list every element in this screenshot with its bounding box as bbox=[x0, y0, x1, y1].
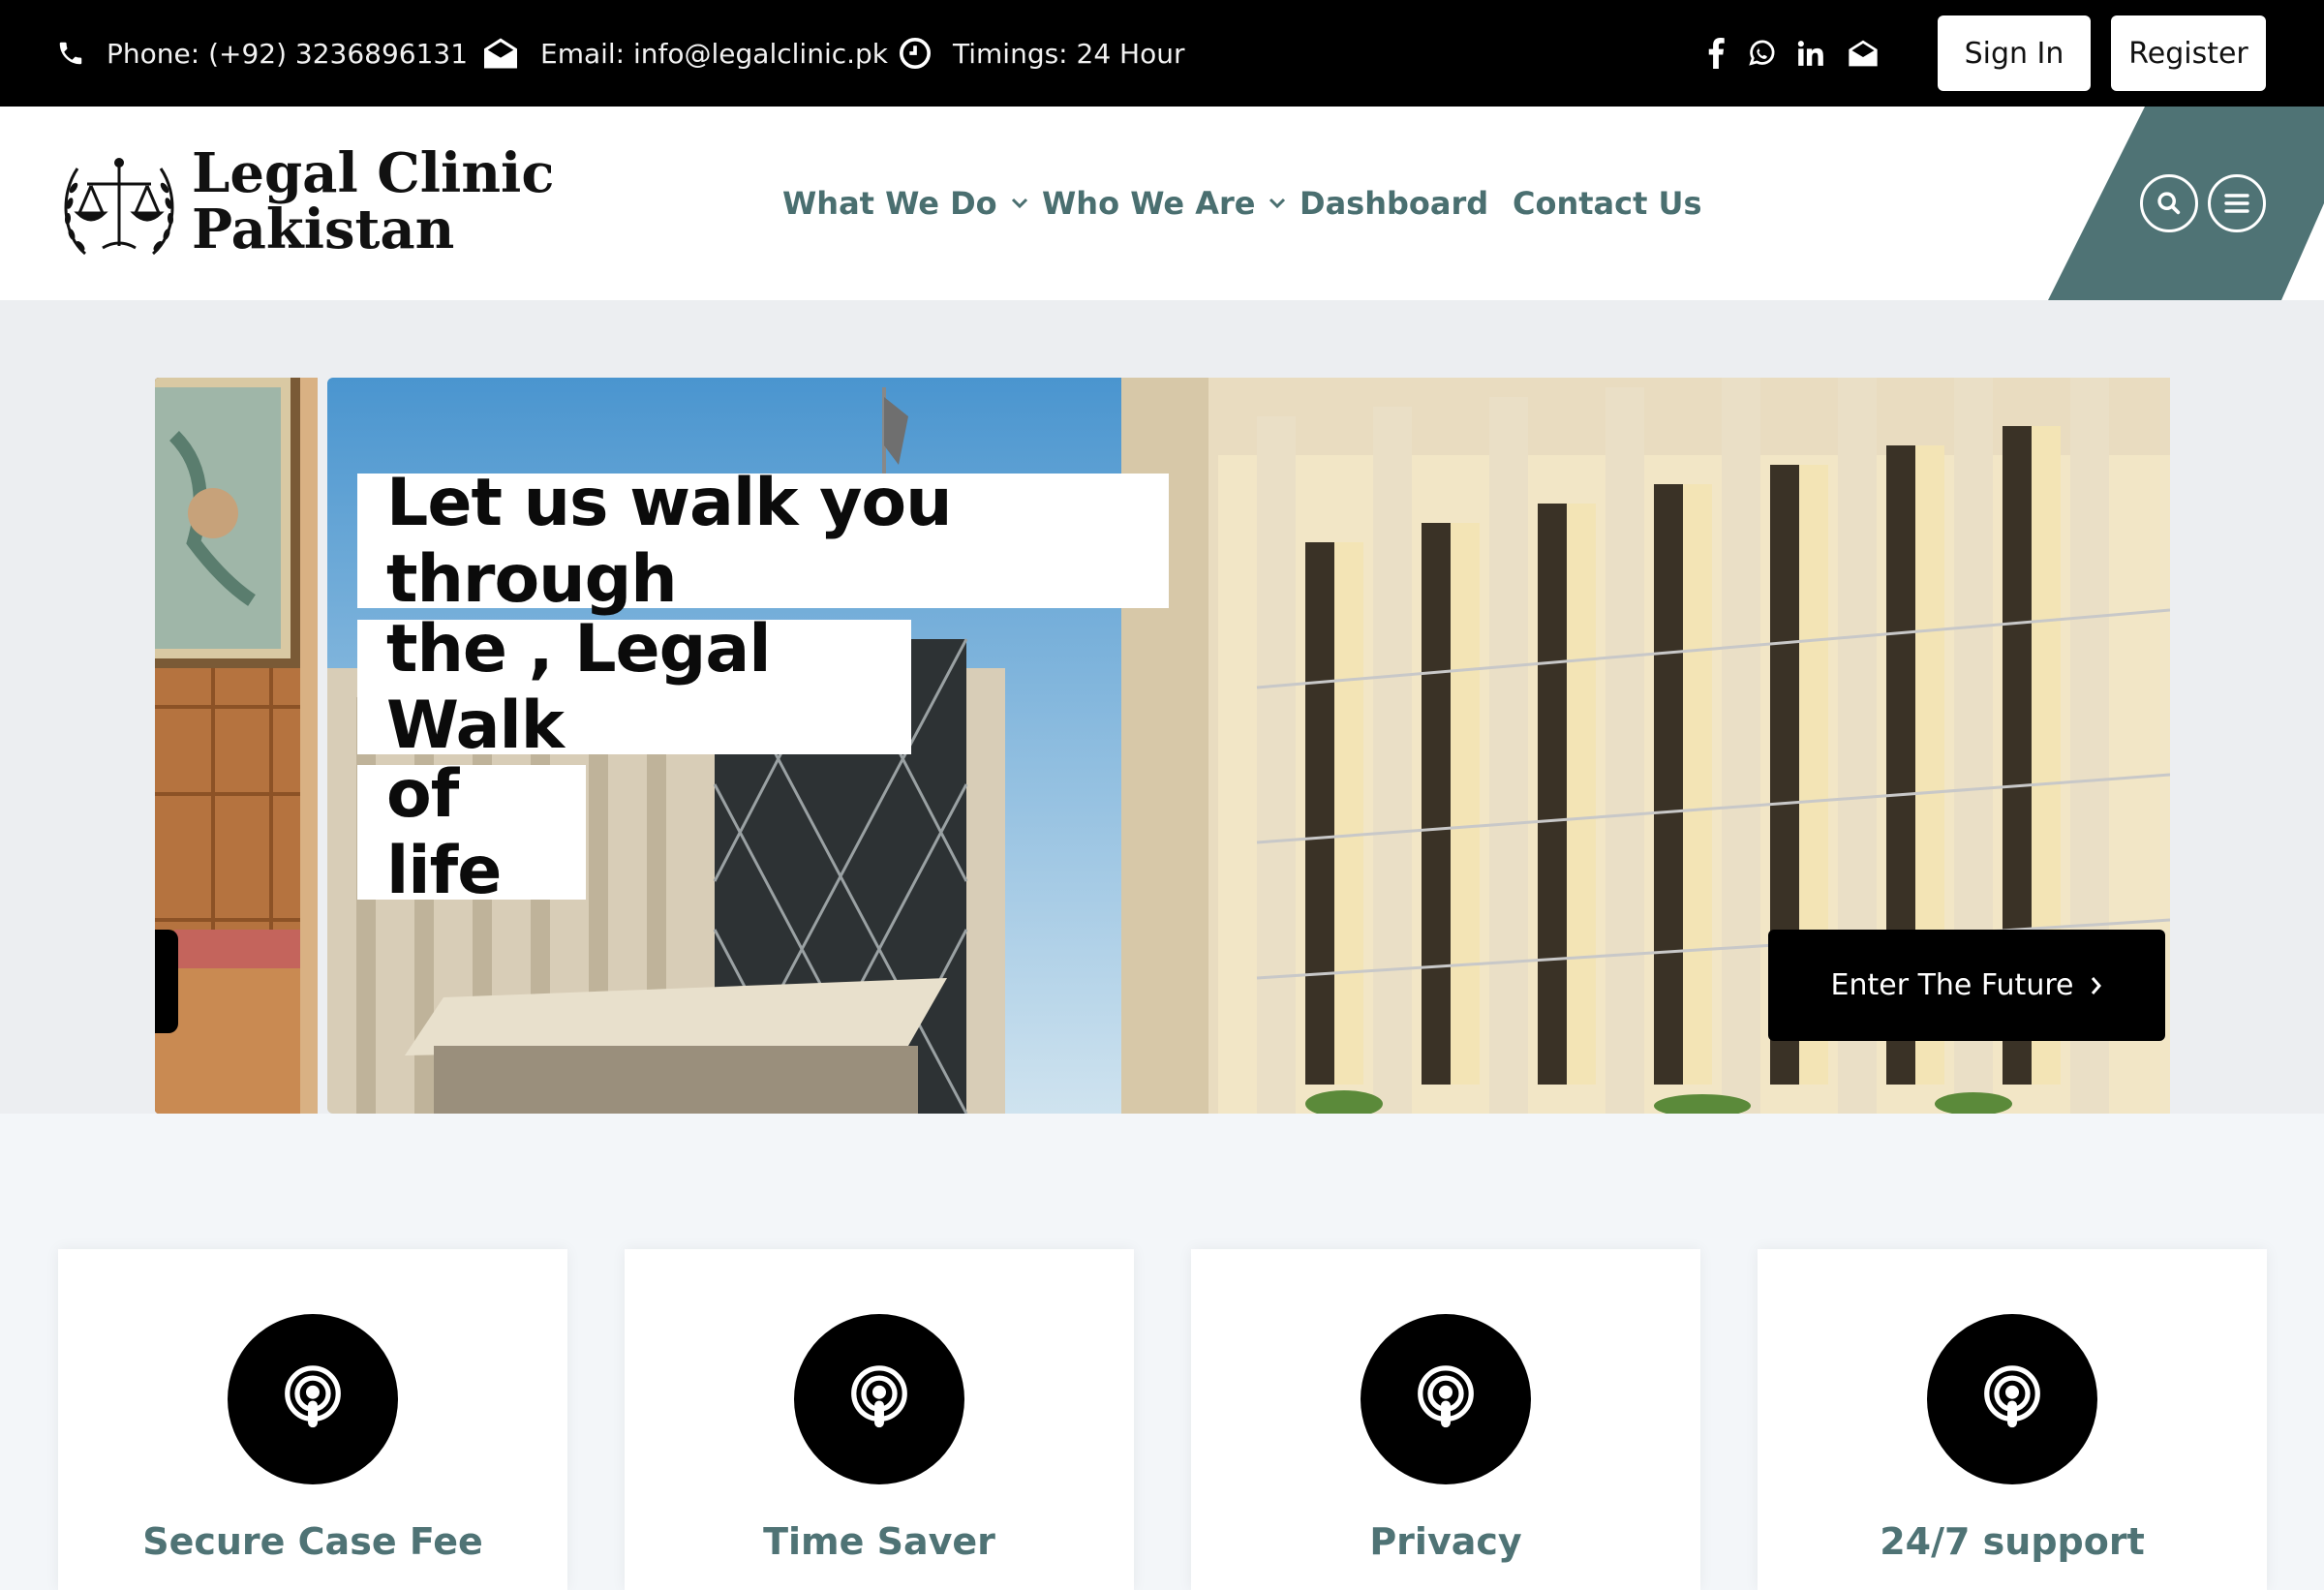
feature-title: 24/7 support bbox=[1880, 1520, 2145, 1563]
podcast-icon bbox=[794, 1314, 964, 1484]
menu-button[interactable] bbox=[2208, 174, 2266, 232]
clock-icon bbox=[899, 37, 932, 70]
brand-line-1: Legal Clinic bbox=[192, 141, 555, 205]
envelope-icon[interactable] bbox=[1848, 0, 1879, 107]
feature-title: Time Saver bbox=[763, 1520, 995, 1563]
feature-title: Secure Case Fee bbox=[142, 1520, 483, 1563]
nav-label: Contact Us bbox=[1513, 185, 1702, 222]
top-bar: Phone: (+92) 3236896131 Email: info@lega… bbox=[0, 0, 2324, 107]
enter-the-future-button[interactable]: Enter The Future bbox=[1768, 930, 2165, 1041]
previous-slide-button[interactable] bbox=[155, 930, 178, 1033]
chevron-right-icon bbox=[2092, 976, 2102, 994]
scales-of-justice-logo[interactable] bbox=[56, 145, 182, 271]
cta-label: Enter The Future bbox=[1830, 968, 2074, 1002]
phone-contact[interactable]: Phone: (+92) 3236896131 bbox=[56, 0, 468, 107]
phone-icon bbox=[59, 42, 82, 65]
hero-headline-line-2: the , Legal Walk bbox=[357, 611, 911, 764]
nav-label: Who We Are bbox=[1042, 185, 1256, 222]
email-text: Email: info@legalclinic.pk bbox=[540, 37, 889, 70]
nav-label: Dashboard bbox=[1300, 185, 1489, 222]
feature-title: Privacy bbox=[1369, 1520, 1522, 1563]
linkedin-icon[interactable] bbox=[1797, 0, 1824, 107]
hero-headline-line-3: of life bbox=[357, 756, 586, 909]
sign-in-button[interactable]: Sign In bbox=[1938, 15, 2091, 91]
email-contact[interactable]: Email: info@legalclinic.pk bbox=[482, 0, 888, 107]
nav-label: What We Do bbox=[782, 185, 997, 222]
hero-headline-line-1: Let us walk you through bbox=[357, 465, 1169, 618]
phone-text: Phone: (+92) 3236896131 bbox=[107, 37, 469, 70]
hamburger-icon bbox=[2224, 194, 2249, 213]
nav-dashboard[interactable]: Dashboard bbox=[1300, 107, 1488, 300]
feature-card-support: 24/7 support bbox=[1758, 1249, 2267, 1590]
brand-line-2: Pakistan bbox=[192, 198, 455, 261]
nav-what-we-do[interactable]: What We Do bbox=[782, 107, 1028, 300]
feature-card-time-saver: Time Saver bbox=[625, 1249, 1134, 1590]
main-header: Legal Clinic Pakistan What We Do Who We … bbox=[0, 107, 2324, 300]
podcast-icon bbox=[228, 1314, 398, 1484]
podcast-icon bbox=[1927, 1314, 2097, 1484]
brand-name[interactable]: Legal Clinic Pakistan bbox=[192, 145, 554, 258]
timings-text: Timings: 24 Hour bbox=[953, 37, 1185, 70]
chevron-down-icon bbox=[1011, 198, 1027, 209]
podcast-icon bbox=[1361, 1314, 1531, 1484]
envelope-open-icon bbox=[484, 38, 517, 69]
feature-card-privacy: Privacy bbox=[1191, 1249, 1700, 1590]
facebook-icon[interactable] bbox=[1706, 0, 1726, 107]
search-icon bbox=[2157, 192, 2181, 215]
chevron-down-icon bbox=[1269, 198, 1286, 209]
search-button[interactable] bbox=[2140, 174, 2198, 232]
previous-slide-courtroom-image[interactable] bbox=[155, 378, 318, 1114]
timings-info: Timings: 24 Hour bbox=[899, 0, 1185, 107]
feature-card-secure-case-fee: Secure Case Fee bbox=[58, 1249, 567, 1590]
nav-who-we-are[interactable]: Who We Are bbox=[1042, 107, 1286, 300]
nav-contact-us[interactable]: Contact Us bbox=[1513, 107, 1702, 300]
whatsapp-icon[interactable] bbox=[1747, 0, 1776, 107]
register-button[interactable]: Register bbox=[2111, 15, 2266, 91]
